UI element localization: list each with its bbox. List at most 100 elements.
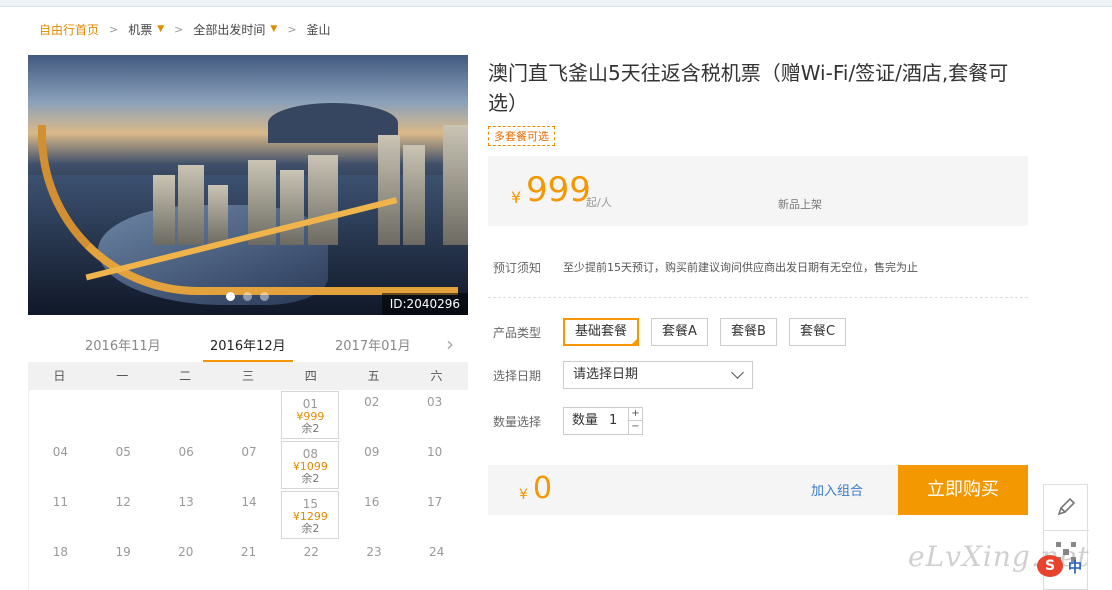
package-a-button[interactable]: 套餐A <box>651 318 708 346</box>
calendar-day: 20 <box>154 540 217 590</box>
multi-package-tag: 多套餐可选 <box>488 126 555 146</box>
calendar-day: 03 <box>403 390 466 440</box>
breadcrumb-time[interactable]: 全部出发时间 <box>193 21 265 38</box>
calendar-day: 21 <box>217 540 280 590</box>
ime-language-indicator[interactable]: 中 <box>1068 557 1082 577</box>
calendar-day-available[interactable]: 01 ¥999 余2 <box>281 391 340 439</box>
chevron-right-icon: > <box>174 22 184 36</box>
calendar-day-number: 04 <box>52 445 69 459</box>
calendar-day: 04 <box>29 440 92 490</box>
calendar-day-number: 07 <box>241 445 257 459</box>
calendar-day: 22 <box>280 540 343 590</box>
buy-now-button[interactable]: 立即购买 <box>898 465 1028 515</box>
quantity-minus-button[interactable]: − <box>628 421 642 434</box>
chevron-down-icon <box>731 366 744 379</box>
weekday-header-cell: 四 <box>304 369 317 383</box>
breadcrumb: 自由行首页 > 机票 ▼ > 全部出发时间 ▼ > 釜山 <box>39 20 331 38</box>
weekday-header-cell: 五 <box>367 369 380 383</box>
tab-month-next[interactable]: 2017年01月 <box>335 335 411 354</box>
calendar-day-available[interactable]: 15 ¥1299 余2 <box>281 491 340 539</box>
calendar-day: 10 <box>403 440 466 490</box>
divider <box>488 297 1028 298</box>
calendar-day: 11 <box>29 490 92 540</box>
calendar-day-number: 16 <box>364 495 380 509</box>
calendar-day: 24 <box>405 540 468 590</box>
calendar-day: 02 <box>340 390 403 440</box>
calendar-weekday-header: 日一二三四五六 <box>28 362 468 390</box>
chevron-right-icon[interactable]: › <box>446 332 454 356</box>
tab-month-prev[interactable]: 2016年11月 <box>85 335 161 354</box>
calendar-day-remaining: 余2 <box>301 522 320 535</box>
date-select-placeholder: 请选择日期 <box>573 367 639 382</box>
breadcrumb-home-link[interactable]: 自由行首页 <box>39 21 99 38</box>
quantity-stepper[interactable]: 数量 1 + − <box>563 407 643 435</box>
price-value: 999 <box>526 170 591 210</box>
quantity-text: 数量 <box>572 413 599 428</box>
calendar-week-row: 04 05 06 07 08 ¥1099 余2 09 10 <box>29 440 468 490</box>
total-currency-symbol: ¥ <box>519 487 528 503</box>
calendar-day: 17 <box>403 490 466 540</box>
calendar-day-number: 18 <box>52 545 68 559</box>
calendar-day-number: 19 <box>115 545 131 559</box>
calendar-day-number: 24 <box>429 545 445 559</box>
calendar-day: 13 <box>155 490 218 540</box>
calendar-day-number: 05 <box>115 445 131 459</box>
edit-pencil-icon[interactable] <box>1054 495 1078 519</box>
caret-down-icon[interactable]: ▼ <box>157 24 164 34</box>
carousel-dot[interactable] <box>243 292 252 301</box>
calendar-day: 16 <box>340 490 403 540</box>
tab-month-current[interactable]: 2016年12月 <box>210 335 286 354</box>
carousel-dot[interactable] <box>226 292 235 301</box>
weekday-header-cell: 日 <box>53 369 66 383</box>
package-basic-button[interactable]: 基础套餐 <box>563 318 640 346</box>
calendar-day-number: 11 <box>52 495 69 509</box>
calendar-day: 18 <box>29 540 92 590</box>
calendar-day-available[interactable]: 08 ¥1099 余2 <box>281 441 340 489</box>
calendar-week-row: 18 19 20 21 22 23 24 <box>29 540 468 590</box>
package-b-button[interactable]: 套餐B <box>720 318 777 346</box>
calendar-day <box>218 390 281 440</box>
calendar-day <box>92 390 155 440</box>
price-box: ¥ 999 起/人 新品上架 <box>488 156 1028 226</box>
calendar-day: 09 <box>340 440 403 490</box>
calendar-day-number: 20 <box>178 545 194 559</box>
purchase-bar: ¥ 0 加入组合 立即购买 <box>488 465 1028 515</box>
calendar-day-remaining: 余2 <box>301 472 320 485</box>
calendar-day: 06 <box>155 440 218 490</box>
caret-down-icon[interactable]: ▼ <box>270 24 277 34</box>
ime-logo-icon[interactable]: S <box>1037 555 1063 577</box>
calendar-day-number: 12 <box>115 495 131 509</box>
package-c-button[interactable]: 套餐C <box>789 318 847 346</box>
calendar-day: 23 <box>343 540 406 590</box>
divider <box>1044 530 1089 531</box>
calendar-day-number: 13 <box>178 495 194 509</box>
calendar-day: 19 <box>92 540 155 590</box>
notice-text: 至少提前15天预订，购买前建议询问供应商出发日期有无空位，售完为止 <box>563 261 918 274</box>
calendar-day-number: 06 <box>178 445 194 459</box>
calendar-week-row: 01 ¥999 余2 02 03 <box>29 390 468 440</box>
quantity-plus-button[interactable]: + <box>628 408 642 421</box>
carousel-dot[interactable] <box>260 292 269 301</box>
calendar-body: 01 ¥999 余2 02 03 04 05 06 07 08 ¥1099 余2 09 10 11 12 13 1… <box>28 390 468 590</box>
calendar-day-number: 09 <box>364 445 380 459</box>
calendar-day: 05 <box>92 440 155 490</box>
quantity-label: 数量选择 <box>493 415 542 429</box>
weekday-header-cell: 二 <box>179 369 192 383</box>
weekday-header-cell: 六 <box>430 369 443 383</box>
weekday-header-cell: 一 <box>116 369 129 383</box>
breadcrumb-category[interactable]: 机票 <box>128 21 152 38</box>
quantity-value[interactable]: 1 <box>609 408 617 434</box>
add-to-combo-link[interactable]: 加入组合 <box>811 480 863 499</box>
calendar-day: 14 <box>218 490 281 540</box>
weekday-header-cell: 三 <box>241 369 254 383</box>
price-calendar: 日 一 二 三 四 五 六 01 ¥999 余2 02 03 04 05 06 07 08 ¥1099 余2 09 1… <box>28 362 468 590</box>
browser-top-strip <box>0 0 1112 7</box>
photo-id-label: ID:2040296 <box>381 293 468 315</box>
calendar-day-number: 02 <box>364 395 380 409</box>
calendar-day <box>155 390 218 440</box>
calendar-week-row: 11 12 13 14 15 ¥1299 余2 16 17 <box>29 490 468 540</box>
breadcrumb-destination: 釜山 <box>306 22 331 37</box>
product-photo[interactable]: ID:2040296 <box>28 55 468 315</box>
calendar-day-number: 23 <box>366 545 382 559</box>
date-select[interactable]: 请选择日期 <box>563 361 753 389</box>
